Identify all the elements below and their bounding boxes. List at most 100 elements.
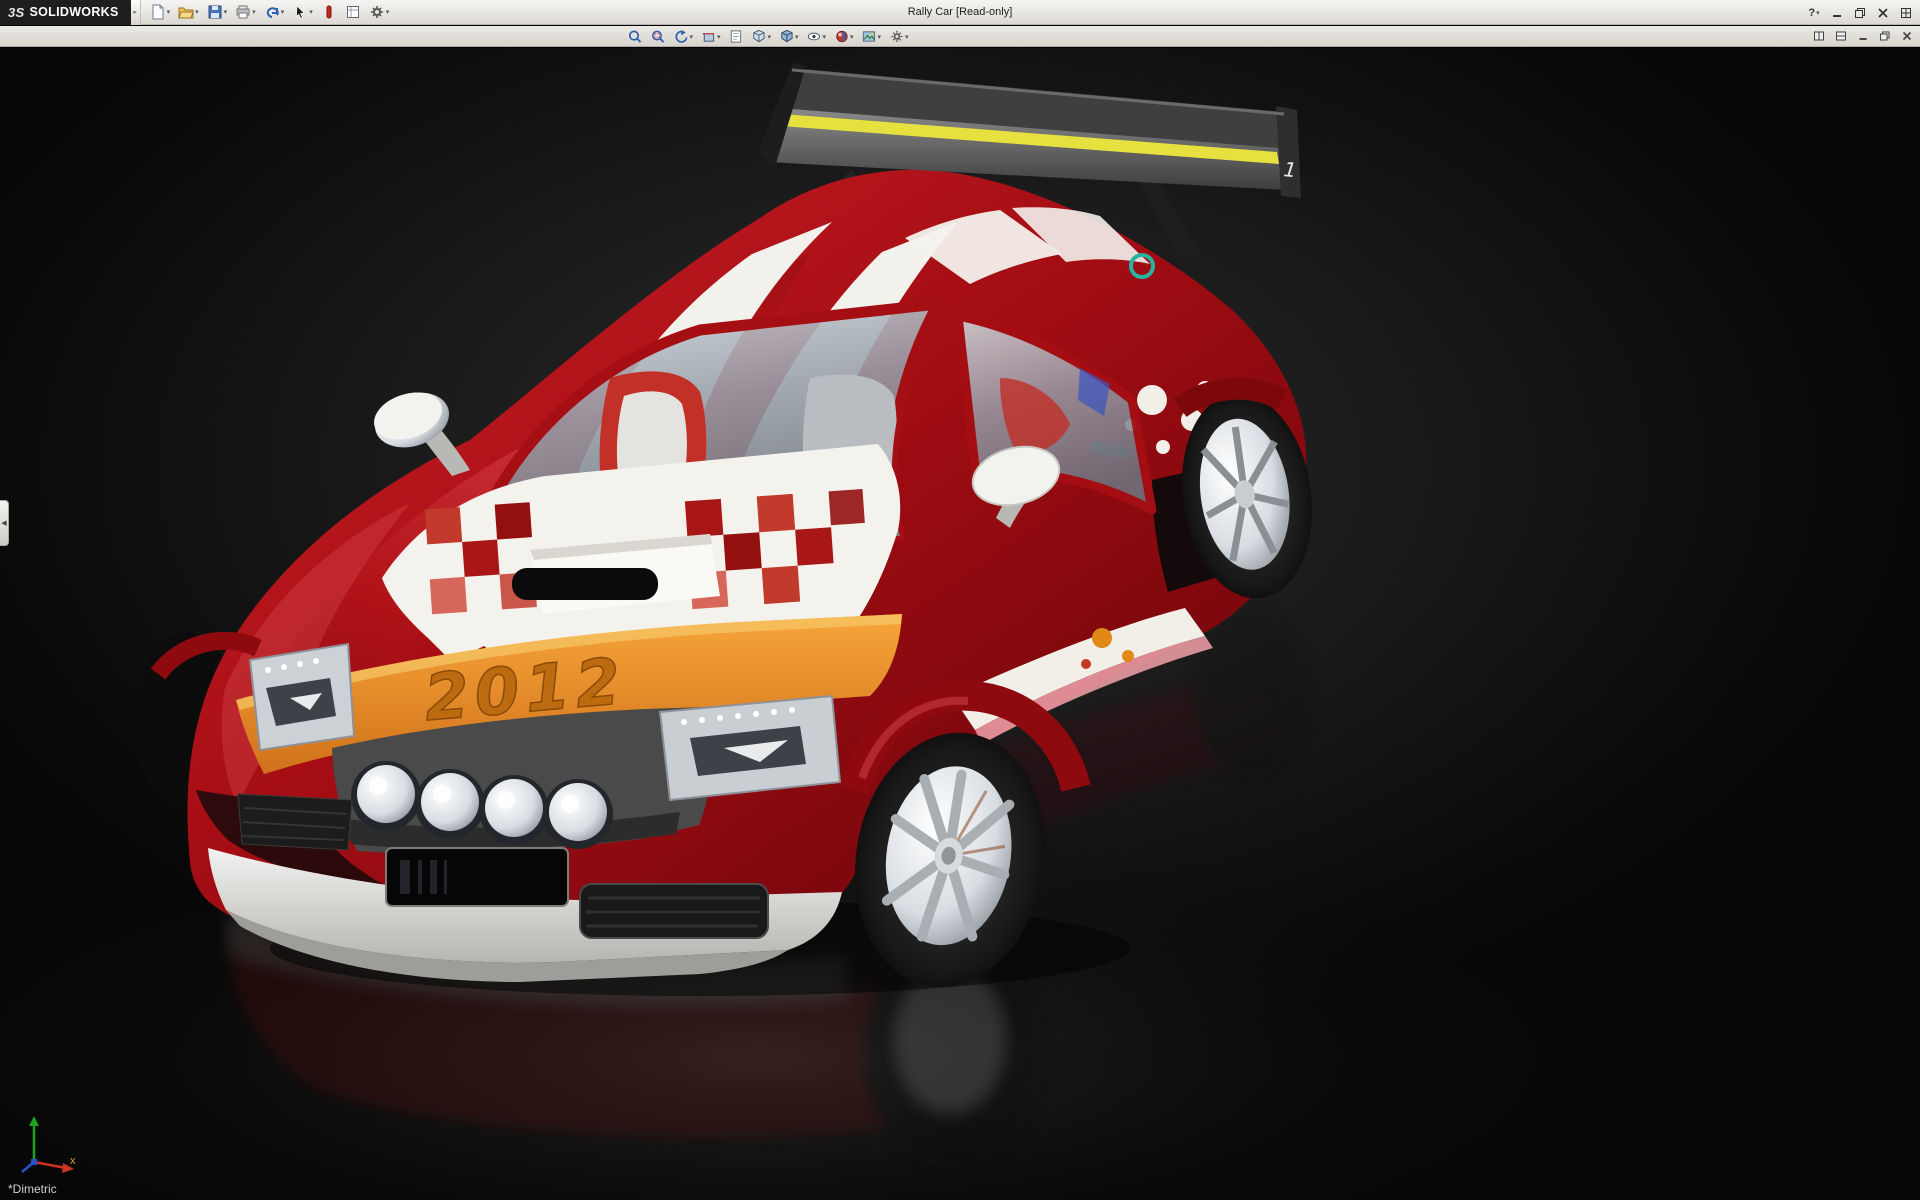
section-view-button[interactable]: ▾ bbox=[698, 27, 724, 46]
save-floppy-icon bbox=[207, 4, 223, 20]
restore-button[interactable] bbox=[1850, 4, 1870, 22]
help-question-icon: ? bbox=[1808, 7, 1815, 19]
appearance-ball-icon bbox=[834, 29, 849, 44]
new-button[interactable]: ▾ bbox=[147, 2, 174, 23]
sketch-sheet-icon bbox=[728, 29, 743, 44]
sheet-grid-icon bbox=[345, 4, 361, 20]
doc-minimize-button[interactable] bbox=[1853, 28, 1872, 44]
brand-text: SOLIDWORKS bbox=[30, 5, 119, 19]
chevron-down-icon[interactable]: ▾ bbox=[167, 8, 171, 16]
chevron-down-icon[interactable]: ▾ bbox=[850, 33, 854, 41]
section-view-icon bbox=[701, 29, 716, 44]
window-controls: ?▾ bbox=[1804, 0, 1916, 25]
document-window-controls bbox=[1809, 28, 1916, 44]
zoom-to-area-icon bbox=[650, 29, 665, 44]
edit-appearance-button[interactable]: ▾ bbox=[831, 27, 857, 46]
view-cube-icon bbox=[751, 29, 766, 44]
triad-x-label: x bbox=[70, 1155, 76, 1167]
chevron-down-icon[interactable]: ▾ bbox=[281, 8, 285, 16]
select-cursor-icon bbox=[292, 4, 308, 20]
doc-restore-button[interactable] bbox=[1875, 28, 1894, 44]
close-button[interactable] bbox=[1873, 4, 1893, 22]
open-folder-icon bbox=[178, 4, 194, 20]
view-settings-button[interactable]: ▾ bbox=[886, 27, 912, 46]
feature-tree-flyout-tab[interactable]: ◀ bbox=[0, 500, 9, 546]
view-orientation-label: *Dimetric bbox=[8, 1182, 57, 1196]
solidworks-logo: 3S SOLIDWORKS bbox=[0, 0, 131, 25]
options-button[interactable]: ▾ bbox=[366, 2, 393, 23]
window-grid-icon bbox=[1900, 7, 1912, 19]
window-title: Rally Car [Read-only] bbox=[908, 6, 1013, 18]
gear-icon bbox=[369, 4, 385, 20]
main-toolbar: ▾ ▾ ▾ ▾ ▾ ▾ bbox=[141, 2, 399, 23]
eye-icon bbox=[807, 29, 822, 44]
minimize-icon bbox=[1857, 30, 1869, 42]
save-button[interactable]: ▾ bbox=[204, 2, 231, 23]
chevron-down-icon[interactable]: ▾ bbox=[252, 8, 256, 16]
previous-view-icon bbox=[673, 29, 688, 44]
zoom-to-fit-button[interactable] bbox=[624, 27, 645, 46]
hood-vent bbox=[512, 568, 658, 600]
display-style-icon bbox=[779, 29, 794, 44]
chevron-down-icon[interactable]: ▾ bbox=[795, 33, 799, 41]
open-button[interactable]: ▾ bbox=[175, 2, 202, 23]
print-icon bbox=[235, 4, 251, 20]
graphics-area[interactable]: 1 bbox=[0, 48, 1920, 1200]
tile-horizontal-button[interactable] bbox=[1831, 28, 1850, 44]
view-settings-gear-icon bbox=[889, 29, 904, 44]
evaluate-button[interactable] bbox=[342, 2, 364, 23]
minimize-button[interactable] bbox=[1827, 4, 1847, 22]
left-mesh bbox=[238, 794, 352, 850]
undo-arrow-icon bbox=[264, 4, 280, 20]
chevron-down-icon[interactable]: ▾ bbox=[386, 8, 390, 16]
left-mirror bbox=[368, 384, 470, 476]
zoom-to-fit-icon bbox=[627, 29, 642, 44]
tile-vertical-button[interactable] bbox=[1809, 28, 1828, 44]
title-bar: 3S SOLIDWORKS ▸ ▾ ▾ ▾ ▾ ▾ bbox=[0, 0, 1920, 25]
previous-view-button[interactable]: ▾ bbox=[670, 27, 696, 46]
sketch-button[interactable] bbox=[725, 27, 746, 46]
doc-close-button[interactable] bbox=[1897, 28, 1916, 44]
help-button[interactable]: ?▾ bbox=[1804, 4, 1824, 22]
chevron-down-icon[interactable]: ▾ bbox=[309, 8, 313, 16]
minimize-icon bbox=[1831, 7, 1843, 19]
chevron-down-icon[interactable]: ▾ bbox=[195, 8, 199, 16]
appearances-icon bbox=[321, 4, 337, 20]
chevron-down-icon[interactable]: ▾ bbox=[717, 33, 721, 41]
hide-show-items-button[interactable]: ▾ bbox=[804, 27, 830, 46]
3ds-logo-icon: 3S bbox=[8, 5, 25, 20]
zoom-to-area-button[interactable] bbox=[647, 27, 668, 46]
undo-button[interactable]: ▾ bbox=[261, 2, 288, 23]
tile-horizontal-icon bbox=[1835, 30, 1847, 42]
orientation-triad: x bbox=[14, 1106, 86, 1178]
chevron-down-icon[interactable]: ▾ bbox=[1816, 9, 1820, 17]
license-plate bbox=[386, 848, 568, 906]
chevron-down-icon[interactable]: ▾ bbox=[905, 33, 909, 41]
chevron-down-icon[interactable]: ▾ bbox=[878, 33, 882, 41]
chevron-down-icon[interactable]: ▾ bbox=[689, 33, 693, 41]
left-headlight bbox=[250, 644, 354, 750]
display-style-button[interactable]: ▾ bbox=[776, 27, 802, 46]
center-mesh bbox=[580, 884, 768, 938]
appearances-button[interactable] bbox=[318, 2, 340, 23]
solidworks-window: 3S SOLIDWORKS ▸ ▾ ▾ ▾ ▾ ▾ bbox=[0, 0, 1920, 1200]
select-button[interactable]: ▾ bbox=[289, 2, 316, 23]
restore-icon bbox=[1854, 7, 1866, 19]
apply-scene-button[interactable]: ▾ bbox=[859, 27, 885, 46]
logo-expand-tab[interactable]: ▸ bbox=[131, 0, 141, 25]
close-icon bbox=[1901, 30, 1913, 42]
chevron-down-icon[interactable]: ▾ bbox=[224, 8, 228, 16]
3d-scene[interactable]: 1 bbox=[0, 48, 1920, 1200]
chevron-down-icon[interactable]: ▾ bbox=[823, 33, 827, 41]
close-icon bbox=[1877, 7, 1889, 19]
print-button[interactable]: ▾ bbox=[232, 2, 259, 23]
view-orientation-button[interactable]: ▾ bbox=[748, 27, 774, 46]
heads-up-bar: ▾ ▾ ▾ ▾ ▾ ▾ bbox=[0, 26, 1920, 47]
right-headlight bbox=[660, 696, 840, 800]
new-document-icon bbox=[150, 4, 166, 20]
restore-icon bbox=[1879, 30, 1891, 42]
chevron-down-icon[interactable]: ▾ bbox=[767, 33, 771, 41]
rear-wing: 1 bbox=[758, 62, 1301, 198]
layout-button[interactable] bbox=[1896, 4, 1916, 22]
wing-number: 1 bbox=[1282, 157, 1297, 182]
